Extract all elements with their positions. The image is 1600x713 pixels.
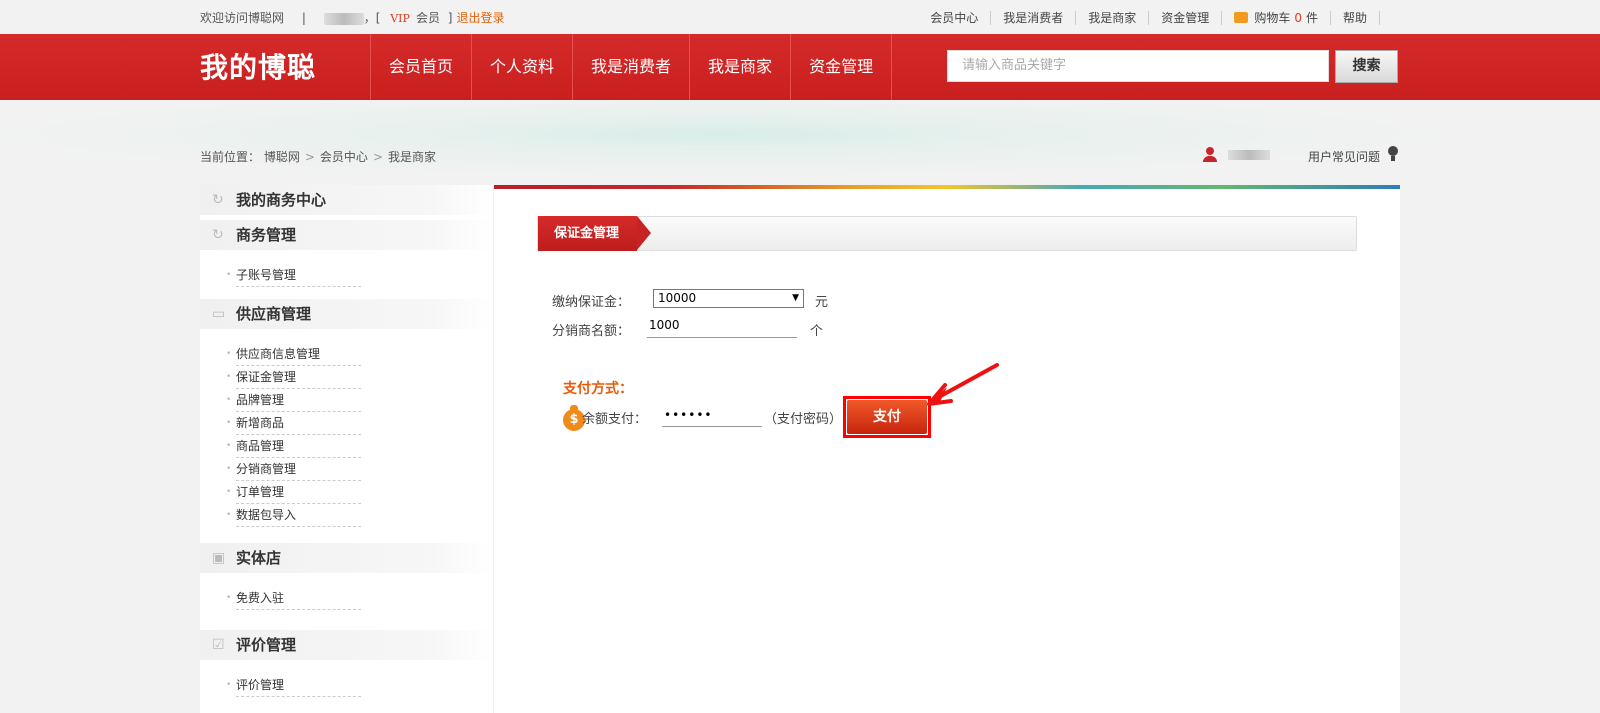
breadcrumb: 当前位置： 博聪网 > 会员中心 > 我是商家 [200,148,436,165]
cart-count: 0 [1294,11,1302,25]
highlight-box: 支付 [843,396,931,438]
sidebar-item-free-entry[interactable]: 免费入驻 [226,587,361,610]
header: 我的博聪 会员首页 个人资料 我是消费者 我是商家 资金管理 请输入商品关键字 … [0,34,1600,100]
cart-icon [1234,12,1249,23]
help-link[interactable]: 帮助 [1330,11,1380,25]
sidebar-list-store: 免费入驻 [200,573,493,618]
cart-link[interactable]: 购物车 0 件 [1222,11,1331,25]
deposit-value: 10000 [658,291,697,305]
search-input[interactable]: 请输入商品关键字 [947,50,1329,82]
refresh-icon: ↻ [212,227,224,243]
quota-unit: 个 [810,324,824,339]
nav-merchant[interactable]: 我是商家 [689,34,790,100]
username-blurred [1228,150,1270,160]
sidebar-list-supplier: 供应商信息管理 保证金管理 品牌管理 新增商品 商品管理 分销商管理 订单管理 … [200,329,493,535]
color-stripe [494,185,1400,189]
deposit-select[interactable]: 10000 ▼ [653,289,804,308]
breadcrumb-member-center[interactable]: 会员中心 [320,150,368,164]
checkbox-icon: ☑ [212,637,225,653]
breadcrumb-home[interactable]: 博聪网 [264,150,300,164]
section-label: 实体店 [236,549,282,567]
sidebar-item-data-import[interactable]: 数据包导入 [226,504,361,527]
store-icon: ▣ [212,550,226,566]
nav-member-home[interactable]: 会员首页 [370,34,471,100]
username-blurred [323,12,364,25]
sidebar-list-review: 评价管理 [200,660,493,705]
sidebar-list-business: 子账号管理 [200,250,493,295]
merchant-link[interactable]: 我是商家 [1076,11,1150,25]
main-panel: 保证金管理 [494,185,1400,713]
payment-method-title: 支付方式： [563,381,633,397]
member-center-link[interactable]: 会员中心 [918,11,992,25]
deposit-label: 缴纳保证金： [552,295,631,310]
sidebar-item-product[interactable]: 商品管理 [226,435,361,458]
section-label: 评价管理 [236,636,297,654]
cart-unit: 件 [1305,11,1318,25]
refresh-icon: ↻ [212,192,224,208]
balance-pay-label: 余额支付： [582,412,648,427]
sidebar-item-order[interactable]: 订单管理 [226,481,361,504]
breadcrumb-current: 我是商家 [388,150,437,164]
top-links: 会员中心 我是消费者 我是商家 资金管理 购物车 0 件帮助 [918,9,1380,26]
nav-funds[interactable]: 资金管理 [790,34,893,100]
logout-link[interactable]: 退出登录 [456,11,504,25]
bracket-close: ] [447,11,453,25]
banner-background [0,100,1600,186]
top-bar: 欢迎访问博聪网 | ，[ VIP 会员 ] 退出登录 会员中心 我是消费者 我是商家 资金… [0,0,1600,34]
tab-bar: 保证金管理 [537,216,1357,251]
welcome-text: 欢迎访问博聪网 [200,11,285,25]
sidebar-item-distributor[interactable]: 分销商管理 [226,458,361,481]
annotation-arrow-icon [927,363,999,406]
sidebar-title-label: 我的商务中心 [236,191,327,209]
brand-logo[interactable]: 我的博聪 [200,46,316,86]
section-label: 商务管理 [236,226,297,244]
section-label: 供应商管理 [236,305,312,323]
tab-deposit-management[interactable]: 保证金管理 [538,216,652,251]
quota-input[interactable]: 1000 [647,318,797,338]
sidebar-item-subaccount[interactable]: 子账号管理 [226,264,361,287]
sidebar-item-new-product[interactable]: 新增商品 [226,412,361,435]
separator: | [301,11,306,25]
user-icon [1203,147,1217,162]
welcome-area: 欢迎访问博聪网 | ，[ VIP 会员 ] 退出登录 [200,9,504,26]
deposit-unit: 元 [815,295,829,310]
vip-badge: VIP [390,12,410,25]
sidebar-item-brand[interactable]: 品牌管理 [226,389,361,412]
sidebar: ↻ 我的商务中心 ↻ 商务管理 子账号管理 ▭ 供应商管理 供应商信息管理 保证金管理… [200,185,493,713]
pay-password-input[interactable]: •••••• [662,405,762,427]
card-icon: ▭ [212,306,226,322]
funds-link[interactable]: 资金管理 [1149,11,1223,25]
sidebar-item-review[interactable]: 评价管理 [226,674,361,697]
pay-button[interactable]: 支付 [847,400,927,434]
breadcrumb-sep: > [304,150,315,164]
bracket-open: ，[ [363,11,381,25]
nav-consumer[interactable]: 我是消费者 [572,34,689,100]
breadcrumb-sep: > [372,150,383,164]
dropdown-arrow-icon: ▼ [792,293,799,303]
main-nav: 会员首页 个人资料 我是消费者 我是商家 资金管理 [370,34,893,100]
lightbulb-icon [1388,146,1398,162]
pay-password-hint: （支付密码） [764,412,843,427]
quota-label: 分销商名额： [552,324,631,339]
sidebar-section-review[interactable]: ☑ 评价管理 [200,630,493,660]
sidebar-section-business[interactable]: ↻ 商务管理 [200,220,493,250]
faq-link[interactable]: 用户常见问题 [1308,148,1380,165]
member-text: 会员 [415,11,440,25]
consumer-link[interactable]: 我是消费者 [991,11,1077,25]
sidebar-item-supplier-info[interactable]: 供应商信息管理 [226,343,361,366]
sidebar-section-store[interactable]: ▣ 实体店 [200,543,493,573]
sidebar-title: ↻ 我的商务中心 [200,185,493,215]
sidebar-section-supplier[interactable]: ▭ 供应商管理 [200,299,493,329]
sidebar-item-deposit[interactable]: 保证金管理 [226,366,361,389]
breadcrumb-prefix: 当前位置： [200,150,261,164]
cart-label: 购物车 [1254,11,1291,25]
nav-profile[interactable]: 个人资料 [471,34,572,100]
search-button[interactable]: 搜索 [1335,50,1398,83]
